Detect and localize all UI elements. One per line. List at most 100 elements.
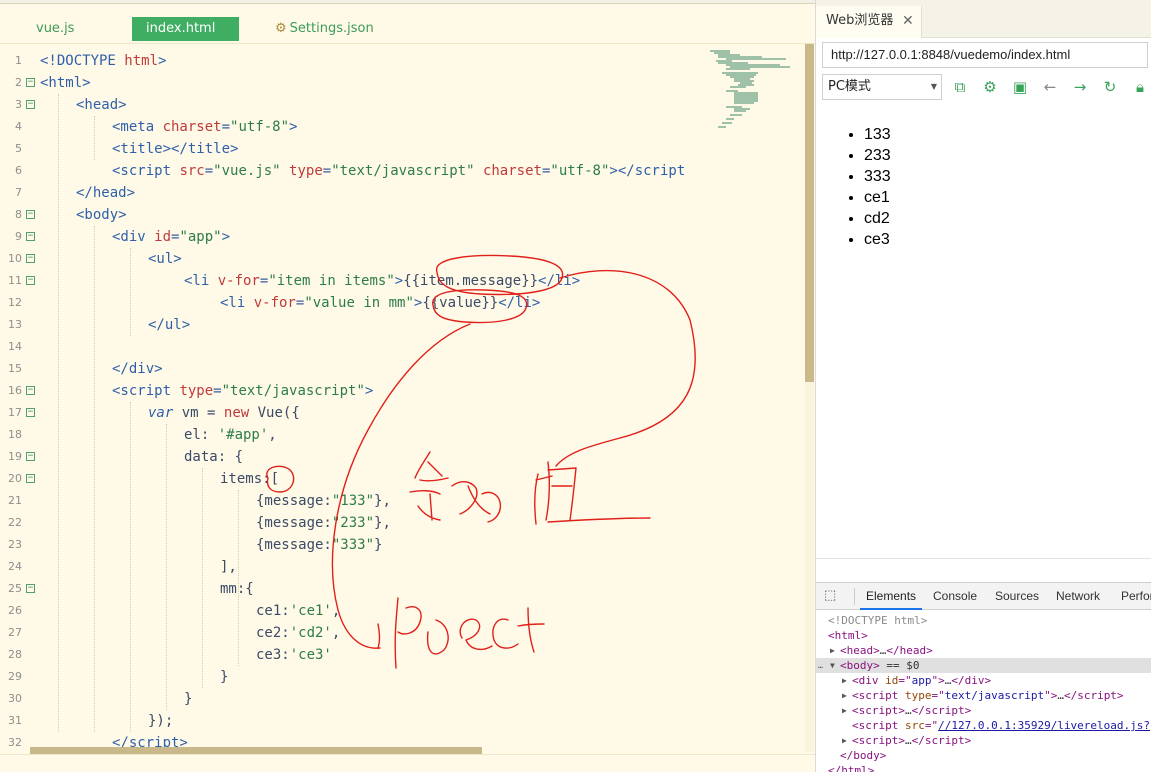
fold-toggle-icon[interactable]: −	[26, 78, 35, 87]
tab-index-html[interactable]: index.html	[132, 17, 239, 41]
dom-node[interactable]: ▶ <script>…</script>	[816, 733, 1151, 748]
dom-node[interactable]: … ▼ <body> == $0	[816, 658, 1151, 673]
code-line[interactable]: 27 ce2:'cd2',	[0, 622, 716, 644]
tab-vue-js[interactable]: vue.js	[22, 17, 88, 41]
minimap[interactable]	[710, 44, 806, 164]
code-line[interactable]: 23 {message:"333"}	[0, 534, 716, 556]
dom-node[interactable]: ▶ <script>…</script>	[816, 703, 1151, 718]
forward-arrow-icon[interactable]: →	[1071, 78, 1089, 96]
inspect-element-icon[interactable]: ⬚	[824, 587, 844, 605]
fold-toggle-icon[interactable]: −	[26, 584, 35, 593]
tab-label: index.html	[146, 21, 216, 36]
vertical-scrollbar-thumb[interactable]	[805, 44, 814, 382]
fold-toggle-icon[interactable]: −	[26, 254, 35, 263]
fold-toggle-icon[interactable]: −	[26, 474, 35, 483]
indent-guide	[94, 226, 95, 732]
code-line[interactable]: 5 <title></title>	[0, 138, 716, 160]
vertical-scrollbar-track[interactable]	[805, 382, 814, 752]
line-number: 2	[15, 76, 22, 89]
settings-icon[interactable]: ⚙	[981, 78, 999, 96]
code-line[interactable]: 11− <li v-for="item in items">{{item.mess…	[0, 270, 716, 292]
devtools-tab-console[interactable]: Console	[927, 583, 983, 610]
code-editor[interactable]: vue.js index.html ⚙ Settings.json 1 <!DOCT…	[0, 0, 815, 772]
close-icon[interactable]: ✕	[902, 6, 914, 36]
lock-icon[interactable]: 🔒︎	[1131, 78, 1149, 96]
collapsed-triangle-icon[interactable]: ▶	[842, 673, 847, 688]
panel-divider[interactable]	[816, 558, 1151, 559]
code-line[interactable]: 31});	[0, 710, 716, 732]
fold-toggle-icon[interactable]: −	[26, 386, 35, 395]
code-line[interactable]: 3− <head>	[0, 94, 716, 116]
dom-node[interactable]: <!DOCTYPE html>	[816, 613, 1151, 628]
devtools-tab-elements[interactable]: Elements	[860, 583, 923, 610]
dom-node[interactable]: ▶ <script type="text/javascript">…</scrip…	[816, 688, 1151, 703]
code-line[interactable]: 30}	[0, 688, 716, 710]
expanded-triangle-icon[interactable]: ▼	[830, 658, 835, 673]
code-line[interactable]: 13 </ul>	[0, 314, 716, 336]
code-line[interactable]: 4 <meta charset="utf-8">	[0, 116, 716, 138]
fold-toggle-icon[interactable]: −	[26, 100, 35, 109]
line-number: 13	[8, 318, 22, 331]
code-line[interactable]: 8− <body>	[0, 204, 716, 226]
collapsed-triangle-icon[interactable]: ▶	[842, 703, 847, 718]
dom-node[interactable]: <html>	[816, 628, 1151, 643]
collapsed-triangle-icon[interactable]: ▶	[830, 643, 835, 658]
dom-node[interactable]: <script src="//127.0.0.1:35929/livereloa…	[816, 718, 1151, 733]
devtools-tab-sources[interactable]: Sources	[989, 583, 1045, 610]
mode-select[interactable]: PC模式 ▼	[822, 74, 942, 100]
collapsed-triangle-icon[interactable]: ▶	[842, 733, 847, 748]
dom-tree[interactable]: <!DOCTYPE html> <html> ▶ <head>…</head>… ▼ <b…	[816, 613, 1151, 772]
code-line[interactable]: 24],	[0, 556, 716, 578]
code-line[interactable]: 20− items:[	[0, 468, 716, 490]
collapsed-triangle-icon[interactable]: ▶	[842, 688, 847, 703]
code-line[interactable]: 10− <ul>	[0, 248, 716, 270]
devtools-tab-performance[interactable]: Perfor	[1115, 583, 1151, 610]
fold-toggle-icon[interactable]: −	[26, 210, 35, 219]
minimap-line	[718, 126, 726, 128]
code-line[interactable]: 16− <script type="text/javascript">	[0, 380, 716, 402]
code-line[interactable]: 18 el: '#app',	[0, 424, 716, 446]
code-line[interactable]: 9− <div id="app">	[0, 226, 716, 248]
code-line[interactable]: 22 {message:"233"},	[0, 512, 716, 534]
code-line[interactable]: 28 ce3:'ce3'	[0, 644, 716, 666]
browser-tab-bar: Web浏览器 ✕	[816, 0, 1151, 38]
code-line[interactable]: 26 ce1:'ce1',	[0, 600, 716, 622]
code-line[interactable]: 29}	[0, 666, 716, 688]
dom-node-text: <div id="app">…</div>	[852, 674, 992, 687]
refresh-icon[interactable]: ↻	[1101, 78, 1119, 96]
dom-node[interactable]: </html>	[816, 763, 1151, 772]
console-icon[interactable]: ▣	[1011, 78, 1029, 96]
fold-toggle-icon[interactable]: −	[26, 276, 35, 285]
code-text: <body>	[76, 207, 127, 223]
code-line[interactable]: 19− data: {	[0, 446, 716, 468]
dom-node[interactable]: ▶ <div id="app">…</div>	[816, 673, 1151, 688]
code-line[interactable]: 6 <script src="vue.js" type="text/javascr…	[0, 160, 716, 182]
code-text: <html>	[40, 75, 91, 91]
open-external-icon[interactable]: ⧉	[951, 78, 969, 96]
fold-toggle-icon[interactable]: −	[26, 452, 35, 461]
minimap-line	[730, 86, 746, 88]
code-line[interactable]: 2− <html>	[0, 72, 716, 94]
back-arrow-icon[interactable]: ←	[1041, 78, 1059, 96]
code-line[interactable]: 1 <!DOCTYPE html>	[0, 50, 716, 72]
code-line[interactable]: 25− mm:{	[0, 578, 716, 600]
address-bar[interactable]: http://127.0.0.1:8848/vuedemo/index.html	[822, 42, 1148, 68]
dom-node[interactable]: ▶ <head>…</head>	[816, 643, 1151, 658]
code-line[interactable]: 12 <li v-for="value in mm">{{value}}</li>	[0, 292, 716, 314]
dom-node[interactable]: </body>	[816, 748, 1151, 763]
tab-settings-json[interactable]: ⚙ Settings.json	[261, 17, 388, 41]
code-line[interactable]: 14	[0, 336, 716, 358]
list-item: ce3	[864, 229, 891, 250]
code-line[interactable]: 7 </head>	[0, 182, 716, 204]
code-line[interactable]: 21 {message:"133"},	[0, 490, 716, 512]
more-icon[interactable]: …	[818, 658, 823, 673]
tab-web-browser[interactable]: Web浏览器 ✕	[816, 6, 922, 38]
fold-toggle-icon[interactable]: −	[26, 232, 35, 241]
devtools-tab-network[interactable]: Network	[1050, 583, 1106, 610]
code-line[interactable]: 17− var vm = new Vue({	[0, 402, 716, 424]
code-area[interactable]: 1 <!DOCTYPE html> 2− <html> 3− <head> 4 <meta c…	[0, 50, 716, 750]
code-text: });	[148, 713, 174, 729]
horizontal-scrollbar-thumb[interactable]	[30, 747, 482, 754]
code-line[interactable]: 15 </div>	[0, 358, 716, 380]
fold-toggle-icon[interactable]: −	[26, 408, 35, 417]
